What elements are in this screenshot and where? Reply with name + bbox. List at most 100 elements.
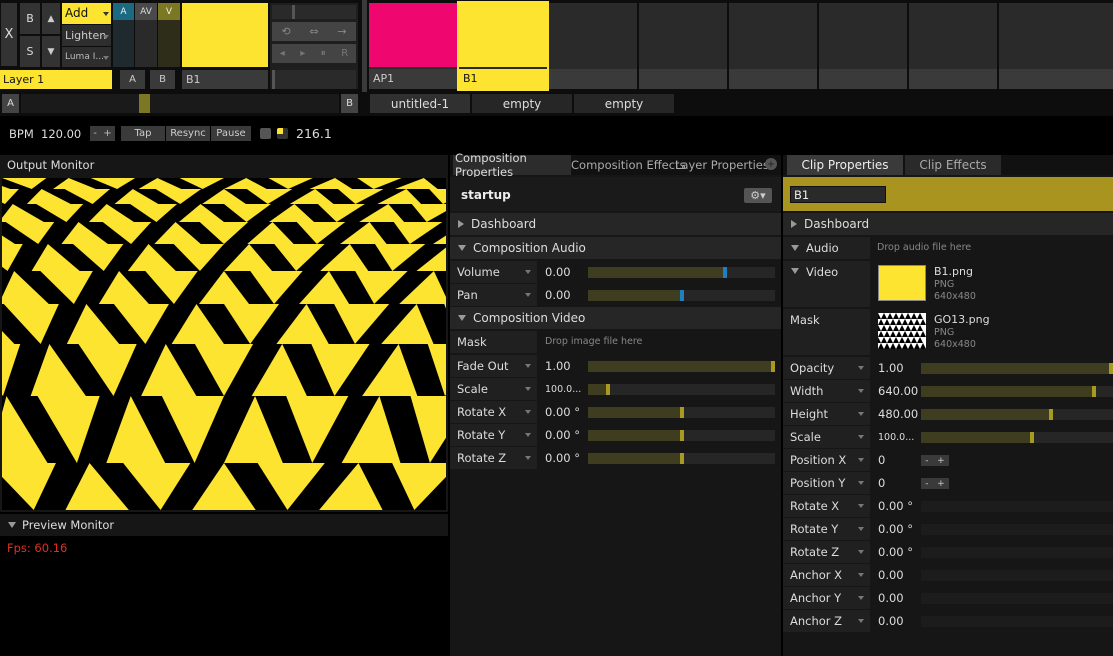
- param-slider[interactable]: [921, 386, 1113, 397]
- param-value[interactable]: 1.00: [545, 355, 571, 377]
- tab-composition-effects[interactable]: Composition Effects: [571, 155, 686, 175]
- param-label[interactable]: Rotate Z: [450, 447, 537, 469]
- slider-handle[interactable]: [680, 407, 684, 418]
- move-layer-up-button[interactable]: ▲: [42, 3, 60, 34]
- param-slider[interactable]: [588, 361, 775, 372]
- comp-dashboard-header[interactable]: Dashboard: [450, 213, 781, 235]
- slider-handle[interactable]: [606, 384, 610, 395]
- param-value[interactable]: 0: [878, 449, 885, 471]
- dropdown-caret-icon[interactable]: [525, 387, 531, 391]
- dropdown-caret-icon[interactable]: [525, 410, 531, 414]
- crossfader-a-button[interactable]: A: [2, 94, 19, 113]
- clip-slot-3[interactable]: [549, 3, 637, 89]
- param-slider[interactable]: [588, 267, 775, 278]
- param-label[interactable]: Rotate Y: [783, 518, 870, 540]
- param-field[interactable]: [921, 616, 1113, 627]
- tab-clip-properties[interactable]: Clip Properties: [787, 155, 903, 175]
- blend-mode-add[interactable]: Add: [62, 3, 111, 24]
- clip-video-header[interactable]: Video: [783, 261, 870, 307]
- param-field[interactable]: [921, 593, 1113, 604]
- param-slider[interactable]: [921, 409, 1113, 420]
- param-value[interactable]: 0: [878, 472, 885, 494]
- param-label[interactable]: Height: [783, 403, 870, 425]
- forward-icon[interactable]: →: [337, 25, 346, 38]
- video-only-button[interactable]: V: [158, 3, 180, 20]
- slider-handle[interactable]: [680, 290, 684, 301]
- slider-handle[interactable]: [1109, 363, 1113, 374]
- param-field[interactable]: [921, 524, 1113, 535]
- param-slider[interactable]: [588, 384, 775, 395]
- comp-audio-header[interactable]: Composition Audio: [450, 237, 781, 259]
- param-label[interactable]: Pan: [450, 284, 537, 306]
- video-thumbnail[interactable]: [878, 265, 926, 301]
- deck-tab-untitled[interactable]: untitled-1: [370, 94, 470, 113]
- param-value[interactable]: 0.00 °: [878, 495, 913, 517]
- param-value[interactable]: 0.00: [878, 610, 904, 632]
- param-value[interactable]: 0.00 °: [545, 424, 580, 446]
- param-value[interactable]: 0.00 °: [545, 447, 580, 469]
- param-value[interactable]: 0.00: [545, 284, 571, 306]
- param-label[interactable]: Rotate X: [783, 495, 870, 517]
- tap-button[interactable]: Tap: [121, 126, 165, 141]
- bounce-icon[interactable]: ⇔: [309, 25, 318, 38]
- comp-mask-drop-zone[interactable]: Drop image file here: [545, 336, 642, 347]
- param-slider[interactable]: [921, 432, 1113, 443]
- param-label[interactable]: Scale: [450, 378, 537, 400]
- deck-tab-empty-1[interactable]: empty: [472, 94, 572, 113]
- tab-composition-properties[interactable]: Composition Properties: [453, 151, 571, 179]
- pause-icon[interactable]: ⏸: [321, 48, 326, 59]
- param-label[interactable]: Anchor Y: [783, 587, 870, 609]
- param-value[interactable]: 480.00: [878, 403, 918, 425]
- param-value[interactable]: 640.00: [878, 380, 918, 402]
- param-slider[interactable]: [588, 290, 775, 301]
- settings-gear-icon[interactable]: ⚙▾: [744, 188, 772, 203]
- stepper-plus-button[interactable]: +: [937, 456, 945, 466]
- tab-layer-properties[interactable]: Layer Properties: [675, 155, 769, 175]
- param-value[interactable]: 100.0...: [545, 378, 581, 400]
- param-label[interactable]: Volume: [450, 261, 537, 283]
- preview-monitor-header[interactable]: Preview Monitor: [0, 514, 448, 536]
- mask-thumbnail[interactable]: [878, 313, 926, 349]
- layer-a-button[interactable]: A: [120, 70, 145, 89]
- slider-handle[interactable]: [1030, 432, 1034, 443]
- param-value[interactable]: 0.00 °: [545, 401, 580, 423]
- move-layer-down-button[interactable]: ▼: [42, 36, 60, 67]
- slider-handle[interactable]: [1049, 409, 1053, 420]
- dropdown-caret-icon[interactable]: [858, 458, 864, 462]
- param-label[interactable]: Rotate X: [450, 401, 537, 423]
- deck-tab-empty-2[interactable]: empty: [574, 94, 674, 113]
- param-slider[interactable]: [588, 430, 775, 441]
- dropdown-caret-icon[interactable]: [858, 366, 864, 370]
- param-label[interactable]: Position Y: [783, 472, 870, 494]
- crossfader-b-button[interactable]: B: [341, 94, 358, 113]
- dropdown-caret-icon[interactable]: [525, 293, 531, 297]
- dropdown-caret-icon[interactable]: [858, 435, 864, 439]
- bpm-minus-button[interactable]: -: [93, 128, 97, 139]
- loop-icon[interactable]: ⟲: [281, 25, 290, 38]
- dropdown-caret-icon[interactable]: [858, 389, 864, 393]
- resync-button[interactable]: Resync: [166, 126, 210, 141]
- param-value[interactable]: 0.00: [878, 564, 904, 586]
- slider-handle[interactable]: [680, 430, 684, 441]
- clip-slot-6[interactable]: [819, 3, 907, 89]
- param-label[interactable]: Position X: [783, 449, 870, 471]
- param-value[interactable]: 1.00: [878, 357, 904, 379]
- param-label[interactable]: Opacity: [783, 357, 870, 379]
- stepper-minus-button[interactable]: -: [925, 479, 928, 489]
- layer-name[interactable]: Layer 1: [0, 70, 112, 89]
- param-field[interactable]: [921, 547, 1113, 558]
- dropdown-caret-icon[interactable]: [858, 504, 864, 508]
- param-label[interactable]: Anchor Z: [783, 610, 870, 632]
- clip-dashboard-header[interactable]: Dashboard: [783, 213, 1113, 235]
- param-label[interactable]: Rotate Y: [450, 424, 537, 446]
- clip-slot-4[interactable]: [639, 3, 727, 89]
- dropdown-caret-icon[interactable]: [858, 412, 864, 416]
- audio-only-button[interactable]: A: [113, 3, 134, 20]
- dropdown-caret-icon[interactable]: [525, 433, 531, 437]
- back-icon[interactable]: ◂: [280, 48, 285, 59]
- clear-layer-button[interactable]: X: [1, 3, 17, 66]
- slider-handle[interactable]: [680, 453, 684, 464]
- bpm-value[interactable]: 120.00: [41, 127, 81, 141]
- stepper-minus-button[interactable]: -: [925, 456, 928, 466]
- dropdown-caret-icon[interactable]: [858, 550, 864, 554]
